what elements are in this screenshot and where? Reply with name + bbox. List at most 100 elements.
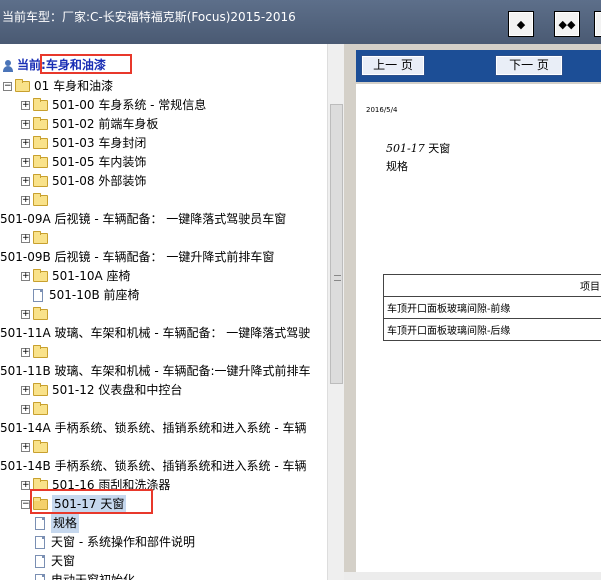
tree-item-label: 电动天窗初始化 [51,573,136,580]
tree-node[interactable]: +501-03 车身封闭 [21,134,146,153]
tree-item-label: 天窗 - 系统操作和部件说明 [51,535,195,549]
current-location-highlight [40,54,132,74]
collapse-icon[interactable]: − [3,82,12,91]
tree-node[interactable]: + [21,229,52,248]
tree-node[interactable]: − 01 车身和油漆 [3,77,113,96]
expand-icon[interactable]: + [21,158,30,167]
tree-node[interactable]: + [21,343,52,362]
tree-node[interactable]: 501-11B 玻璃、车架和机械 - 车辆配备:一键升降式前排车 [0,362,311,381]
expand-icon[interactable]: + [21,139,30,148]
tree-item-label: 501-11B 玻璃、车架和机械 - 车辆配备:一键升降式前排车 [0,364,311,378]
expand-icon[interactable]: + [21,196,30,205]
document-icon [35,555,45,568]
tree-item-label: 规格 [51,514,80,533]
expand-icon[interactable]: + [21,386,30,395]
document-page: 2016/5/4 501-17 天窗 规格 项目 车顶开口面板玻璃间隙-前缘 车… [356,84,601,580]
document-icon [33,289,43,302]
tree-item-label: 501-11A 玻璃、车架和机械 - 车辆配备： 一键降落式驾驶 [0,326,311,340]
folder-icon [33,269,48,282]
tree-node[interactable]: +501-05 车内装饰 [21,153,146,172]
next-page-button[interactable]: 下一 页 [496,56,562,75]
tree-item-label: 501-08 外部装饰 [52,174,147,188]
expand-icon[interactable]: + [21,310,30,319]
tree-leaf-item[interactable]: 天窗 - 系统操作和部件说明 [35,533,195,552]
document-icon [35,536,45,549]
grip-icon [334,275,341,281]
section-number: 501-17 [386,142,425,155]
tree-node[interactable]: +501-12 仪表盘和中控台 [21,381,182,400]
split-view-button[interactable]: ◆◆ [554,11,580,37]
expand-icon[interactable]: + [21,101,30,110]
document-date: 2016/5/4 [366,106,398,114]
folder-icon [33,155,48,168]
tree-node[interactable]: 501-14B 手柄系统、锁系统、插销系统和进入系统 - 车辆 [0,457,307,476]
folder-icon [33,440,48,453]
tree-item-label: 501-09B 后视镜 - 车辆配备： 一键升降式前排车窗 [0,250,275,264]
folder-icon [33,345,48,358]
tree-item-label: 501-10A 座椅 [52,269,131,283]
folder-icon [33,402,48,415]
current-prefix: 当前 [17,58,42,72]
spec-table: 项目 车顶开口面板玻璃间隙-前缘 车顶开口面板玻璃间隙-后缘 [383,274,601,341]
tree-node[interactable]: +501-00 车身系统 - 常规信息 [21,96,206,115]
expand-icon[interactable]: + [21,348,30,357]
tree-leaf-item[interactable]: 电动天窗初始化 [35,571,135,580]
folder-icon [33,307,48,320]
title-bar: 当前车型：厂家:C-长安福特福克斯(Focus)2015-2016 ◆ ◆◆ [0,0,601,44]
expand-icon[interactable]: + [21,177,30,186]
tree-scrollbar[interactable] [327,44,344,580]
tree-node[interactable]: + [21,191,52,210]
tree-scroll-thumb[interactable] [330,104,343,384]
section-name: 天窗 [424,142,451,155]
tree-item-label: 501-05 车内装饰 [52,155,147,169]
document-viewer: 上一 页 下一 页 2016/5/4 501-17 天窗 规格 项目 车顶开口面… [344,44,601,580]
folder-icon [33,231,48,244]
horizontal-scrollbar[interactable] [344,572,601,580]
document-icon [35,574,45,580]
tree-node[interactable]: + [21,438,52,457]
table-cell: 车顶开口面板玻璃间隙-后缘 [383,318,601,341]
tree-leaf-item[interactable]: 规格 [35,514,80,533]
tree-leaf-item[interactable]: 501-10B 前座椅 [21,286,140,305]
expand-icon[interactable]: + [21,481,30,490]
folder-icon [15,79,30,92]
expand-icon[interactable]: + [21,405,30,414]
tree-node[interactable]: +501-10A 座椅 [21,267,131,286]
tree-node[interactable]: 501-14A 手柄系统、锁系统、插销系统和进入系统 - 车辆 [0,419,307,438]
tree-node[interactable]: +501-02 前端车身板 [21,115,158,134]
expand-icon[interactable]: + [21,443,30,452]
navigation-tree[interactable]: 当前 :车身和油漆 −01 车身和油漆 +501-00 车身系统 - 常规信息 +5… [0,44,344,580]
toggle-left-pane-button[interactable]: ◆ [508,11,534,37]
folder-icon [33,98,48,111]
tree-node[interactable]: + [21,305,52,324]
previous-page-button[interactable]: 上一 页 [362,56,424,75]
tree-node[interactable]: + [21,400,52,419]
tree-item-label: 501-02 前端车身板 [52,117,159,131]
tree-node[interactable]: +501-08 外部装饰 [21,172,146,191]
tree-item-label: 01 车身和油漆 [34,79,114,93]
diamond-icon: ◆ [516,17,526,31]
expand-icon[interactable]: + [21,120,30,129]
expand-icon[interactable]: + [21,272,30,281]
tree-node[interactable]: 501-11A 玻璃、车架和机械 - 车辆配备： 一键降落式驾驶 [0,324,310,343]
folder-icon [33,193,48,206]
tree-item-label: 501-14B 手柄系统、锁系统、插销系统和进入系统 - 车辆 [0,459,307,473]
tree-item-label: 天窗 [51,554,76,568]
folder-icon [33,117,48,130]
table-header-item: 项目 [383,274,601,297]
table-row: 车顶开口面板玻璃间隙-前缘 [383,296,601,319]
tree-item-label: 501-09A 后视镜 - 车辆配备： 一键降落式驾驶员车窗 [0,212,287,226]
expand-icon[interactable]: + [21,234,30,243]
document-icon [35,517,45,530]
table-header-row: 项目 [383,274,601,297]
tree-item-label: 501-00 车身系统 - 常规信息 [52,98,207,112]
folder-icon [33,383,48,396]
split-arrows-icon: ◆◆ [558,17,576,31]
table-row: 车顶开口面板玻璃间隙-后缘 [383,318,601,341]
collapse-icon[interactable]: − [21,500,30,509]
more-button[interactable] [594,11,601,37]
tree-node[interactable]: 501-09A 后视镜 - 车辆配备： 一键降落式驾驶员车窗 [0,210,286,229]
tree-leaf-item[interactable]: 天窗 [35,552,75,571]
splitter[interactable] [344,44,354,580]
tree-node[interactable]: 501-09B 后视镜 - 车辆配备： 一键升降式前排车窗 [0,248,274,267]
